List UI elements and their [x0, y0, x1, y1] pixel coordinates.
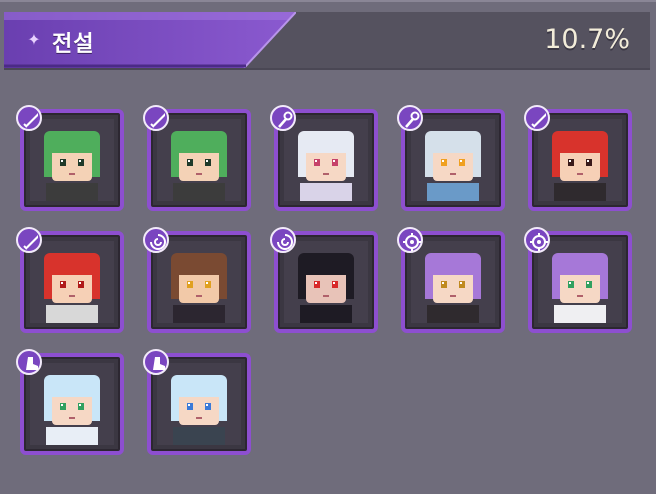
character-card[interactable] — [143, 227, 251, 333]
character-portrait — [157, 119, 241, 201]
character-portrait — [284, 119, 368, 201]
gear-icon — [524, 227, 550, 253]
character-portrait — [30, 119, 114, 201]
sword-icon — [16, 105, 42, 131]
swirl-icon — [270, 227, 296, 253]
collection-panel: ✦ 전설 10.7% — [0, 0, 656, 494]
tab-background — [4, 12, 296, 68]
boot-icon — [16, 349, 42, 375]
character-card[interactable] — [16, 349, 124, 455]
character-card[interactable] — [270, 105, 378, 211]
character-card[interactable] — [143, 349, 251, 455]
sparkle-icon: ✦ — [27, 30, 41, 49]
character-portrait — [411, 241, 495, 323]
staff-icon — [397, 105, 423, 131]
character-portrait — [284, 241, 368, 323]
sword-icon — [16, 227, 42, 253]
boot-icon — [143, 349, 169, 375]
character-card[interactable] — [397, 105, 505, 211]
character-portrait — [411, 119, 495, 201]
character-card[interactable] — [524, 227, 632, 333]
gear-icon — [397, 227, 423, 253]
tab-legendary[interactable]: ✦ 전설 — [4, 12, 296, 68]
character-card[interactable] — [16, 227, 124, 333]
sword-icon — [143, 105, 169, 131]
character-portrait — [538, 241, 622, 323]
swirl-icon — [143, 227, 169, 253]
character-card[interactable] — [143, 105, 251, 211]
character-portrait — [30, 241, 114, 323]
character-card[interactable] — [270, 227, 378, 333]
character-portrait — [157, 241, 241, 323]
completion-percent: 10.7% — [544, 24, 630, 55]
character-portrait — [157, 363, 241, 445]
character-card[interactable] — [397, 227, 505, 333]
character-portrait — [30, 363, 114, 445]
character-card[interactable] — [16, 105, 124, 211]
tab-label: 전설 — [52, 32, 95, 57]
character-portrait — [538, 119, 622, 201]
sword-icon — [524, 105, 550, 131]
staff-icon — [270, 105, 296, 131]
character-card[interactable] — [524, 105, 632, 211]
